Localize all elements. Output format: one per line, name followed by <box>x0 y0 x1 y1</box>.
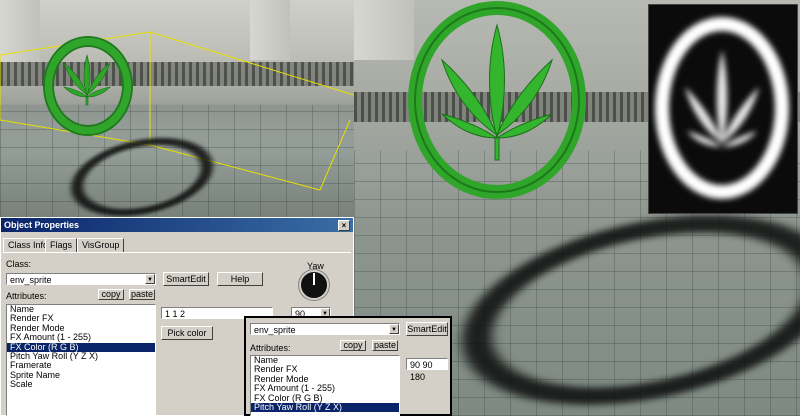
attributes-label: Attributes: <box>250 343 291 353</box>
copy-button[interactable]: copy <box>340 340 366 351</box>
pick-color-button[interactable]: Pick color <box>161 326 213 340</box>
weed-sprite[interactable] <box>402 0 602 220</box>
attributes-list[interactable]: Name Render FX Render Mode FX Amount (1 … <box>250 355 400 416</box>
leaf-icon <box>63 53 111 106</box>
list-item-selected[interactable]: Pitch Yaw Roll (Y Z X) <box>251 402 399 413</box>
tab-visgroup[interactable]: VisGroup <box>77 238 125 253</box>
dialog-titlebar[interactable]: Object Properties × <box>1 218 353 232</box>
paste-button[interactable]: paste <box>129 289 155 300</box>
inset-zoom-panel: env_sprite ▼ SmartEdit Attributes: copy … <box>244 316 452 416</box>
copy-button[interactable]: copy <box>98 289 124 300</box>
paste-button[interactable]: paste <box>372 340 398 351</box>
leaf-icon <box>685 50 759 147</box>
texture-preview <box>648 4 798 214</box>
class-value: env_sprite <box>254 325 296 335</box>
viewport-3d-left[interactable] <box>0 0 354 220</box>
smartedit-button[interactable]: SmartEdit <box>163 272 209 286</box>
class-combo[interactable]: env_sprite ▼ <box>250 323 400 335</box>
attributes-label: Attributes: <box>6 291 47 301</box>
chevron-down-icon[interactable]: ▼ <box>145 274 155 284</box>
help-button[interactable]: Help <box>217 272 263 286</box>
dialog-title: Object Properties <box>4 220 80 230</box>
attributes-list[interactable]: Name Render FX Render Mode FX Amount (1 … <box>6 304 156 416</box>
close-button[interactable]: × <box>338 220 350 231</box>
leaf-icon <box>440 23 554 161</box>
class-combo[interactable]: env_sprite ▼ <box>6 273 156 285</box>
smartedit-button[interactable]: SmartEdit <box>406 322 448 336</box>
chevron-down-icon[interactable]: ▼ <box>389 324 399 334</box>
attribute-value-field[interactable]: 90 90 180 <box>406 358 448 382</box>
list-item[interactable]: Scale <box>7 379 155 389</box>
class-label: Class: <box>6 259 32 269</box>
yaw-dial[interactable] <box>299 270 329 300</box>
class-value: env_sprite <box>10 275 52 285</box>
tab-flags[interactable]: Flags <box>45 238 78 253</box>
